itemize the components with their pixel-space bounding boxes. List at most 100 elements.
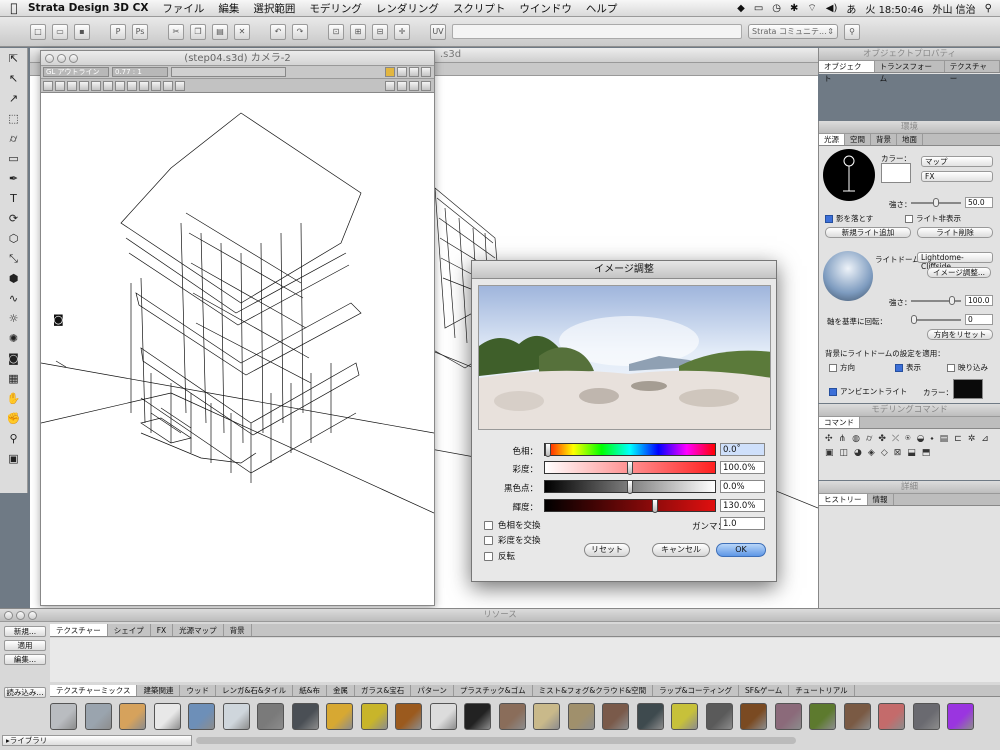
save-icon[interactable]: ▪ [74,23,90,40]
menu-script[interactable]: スクリプト [453,1,506,16]
cast-shadow-checkbox[interactable]: 影を落とす [825,213,873,224]
image-adjust-button[interactable]: イメージ調整... [927,267,991,278]
cmd-bevel-icon[interactable]: ▤ [940,434,949,444]
texture-swatch[interactable] [153,703,181,730]
texture-swatch[interactable] [533,703,560,730]
cmd-crease-icon[interactable]: ⊿ [981,434,989,444]
texture-swatch[interactable] [222,703,250,730]
cmd-merge-icon[interactable]: ◫ [840,448,849,458]
tab-background[interactable]: 背景 [871,134,897,145]
delete-light-button[interactable]: ライト削除 [917,227,993,238]
community-dropdown[interactable]: Strata コミュニテ... ⇕ [748,24,838,39]
render-preview-icon[interactable] [397,80,407,91]
select-tool-icon[interactable]: ↖ [4,70,24,88]
swap-hue-checkbox[interactable]: 色相を交換 [484,519,541,531]
cmd-shell-icon[interactable]: ◈ [868,448,875,458]
render-tool-icon[interactable]: ▣ [4,450,24,468]
rotate-field[interactable]: 0 [965,314,993,325]
ungroup-icon[interactable]: ⊟ [372,23,388,40]
texture-swatch[interactable] [429,703,457,730]
cylinder-tool-icon[interactable]: ⌭ [4,130,24,148]
uv-icon[interactable]: UV [430,23,446,40]
split-h-icon[interactable] [397,67,407,77]
paste-icon[interactable]: ▤ [212,23,228,40]
pen-tool-icon[interactable]: ✒ [4,170,24,188]
view-iso-icon[interactable] [115,80,125,91]
res-tab-lightmap[interactable]: 光源マップ [173,624,224,636]
input-method[interactable]: あ [846,1,856,16]
mix-tab-2[interactable]: ウッド [180,685,216,696]
cmd-array-icon[interactable]: ✣ [825,434,833,444]
horizontal-scrollbar[interactable] [196,737,796,744]
add-light-button[interactable]: 新規ライト追加 [825,227,911,238]
light-tool-icon[interactable]: ☼ [4,310,24,328]
texture-swatch[interactable] [671,703,698,730]
light-hide-checkbox[interactable]: ライト非表示 [905,213,961,224]
path-tool-icon[interactable]: ∿ [4,290,24,308]
view-box-icon[interactable] [175,80,185,91]
view-left-icon[interactable] [67,80,77,91]
ambient-light-checkbox[interactable]: アンビエントライト [829,386,907,397]
mix-tab-4[interactable]: 紙&布 [293,685,328,696]
mix-tab-3[interactable]: レンガ&石&タイル [216,685,294,696]
cancel-button[interactable]: キャンセル [652,543,710,557]
hue-slider-thumb[interactable] [545,443,551,457]
strength-field[interactable]: 50.0 [965,197,993,208]
cmd-fold-icon[interactable]: ✲ [968,434,976,444]
mix-tab-0[interactable]: テクスチャーミックス [50,685,138,696]
menu-rendering[interactable]: レンダリング [376,1,439,16]
res-tab-fx[interactable]: FX [151,624,174,636]
texture-swatch[interactable] [947,703,974,730]
swap-saturation-checkbox[interactable]: 彩度を交換 [484,534,541,546]
load-resource-button[interactable]: 読み込み... [4,687,46,698]
bluetooth-icon[interactable]: ✱ [790,3,798,14]
extrude-tool-icon[interactable]: ⬢ [4,270,24,288]
cmd-tile-icon[interactable]: ⬒ [922,448,931,458]
strength2-field[interactable]: 100.0 [965,295,993,306]
rotate-slider[interactable] [911,315,961,324]
res-tab-shape[interactable]: シェイプ [108,624,151,636]
mix-tab-1[interactable]: 建築関連 [137,685,181,696]
apply-show-checkbox[interactable]: 表示 [895,362,921,373]
cmd-cube-icon[interactable]: ▣ [825,448,834,458]
cmd-branch-icon[interactable]: ⋔ [839,434,847,444]
black-point-slider-thumb[interactable] [627,480,633,494]
timemachine-icon[interactable]: ◷ [772,3,781,14]
cut-icon[interactable]: ✂ [168,23,184,40]
new-document-icon[interactable]: □ [30,23,46,40]
tab-light[interactable]: 光源 [819,134,845,145]
tab-info[interactable]: 情報 [868,494,894,505]
export-pdf-icon[interactable]: P [110,23,126,40]
resources-close-button[interactable] [4,611,13,620]
map-dropdown[interactable]: マップ [921,156,993,167]
undo-icon[interactable]: ↶ [270,23,286,40]
texture-swatch[interactable] [740,703,767,730]
spotlight-icon[interactable]: ⚲ [985,3,992,14]
mix-tab-12[interactable]: チュートリアル [789,685,855,696]
zoom-dropdown[interactable]: 0.77 : 1 [112,67,168,77]
light-color-swatch[interactable] [881,163,911,183]
view-top-icon[interactable] [43,80,53,91]
tab-texture[interactable]: テクスチャー [945,61,1000,83]
strength2-slider[interactable] [911,296,961,305]
menu-edit[interactable]: 編集 [218,1,239,16]
texture-swatch[interactable] [878,703,905,730]
reset-button[interactable]: リセット [584,543,630,557]
group-icon[interactable]: ⊞ [350,23,366,40]
frame-icon[interactable]: ⊡ [328,23,344,40]
invert-checkbox[interactable]: 反転 [484,550,515,562]
texture-swatch[interactable] [188,703,215,730]
res-tab-texture[interactable]: テクスチャー [50,624,108,636]
light-direction-ball[interactable] [823,149,875,201]
menu-window[interactable]: ウインドウ [519,1,572,16]
texture-swatch[interactable] [291,703,319,730]
texture-swatch[interactable] [395,703,422,730]
view-right-icon[interactable] [79,80,89,91]
render-start-icon[interactable] [421,80,431,91]
lightdome-ball[interactable] [823,251,873,301]
view-front-icon[interactable] [91,80,101,91]
hue-slider[interactable] [544,443,716,457]
saturation-slider[interactable] [544,461,716,475]
menu-help[interactable]: ヘルプ [586,1,618,16]
open-icon[interactable]: ▭ [52,23,68,40]
